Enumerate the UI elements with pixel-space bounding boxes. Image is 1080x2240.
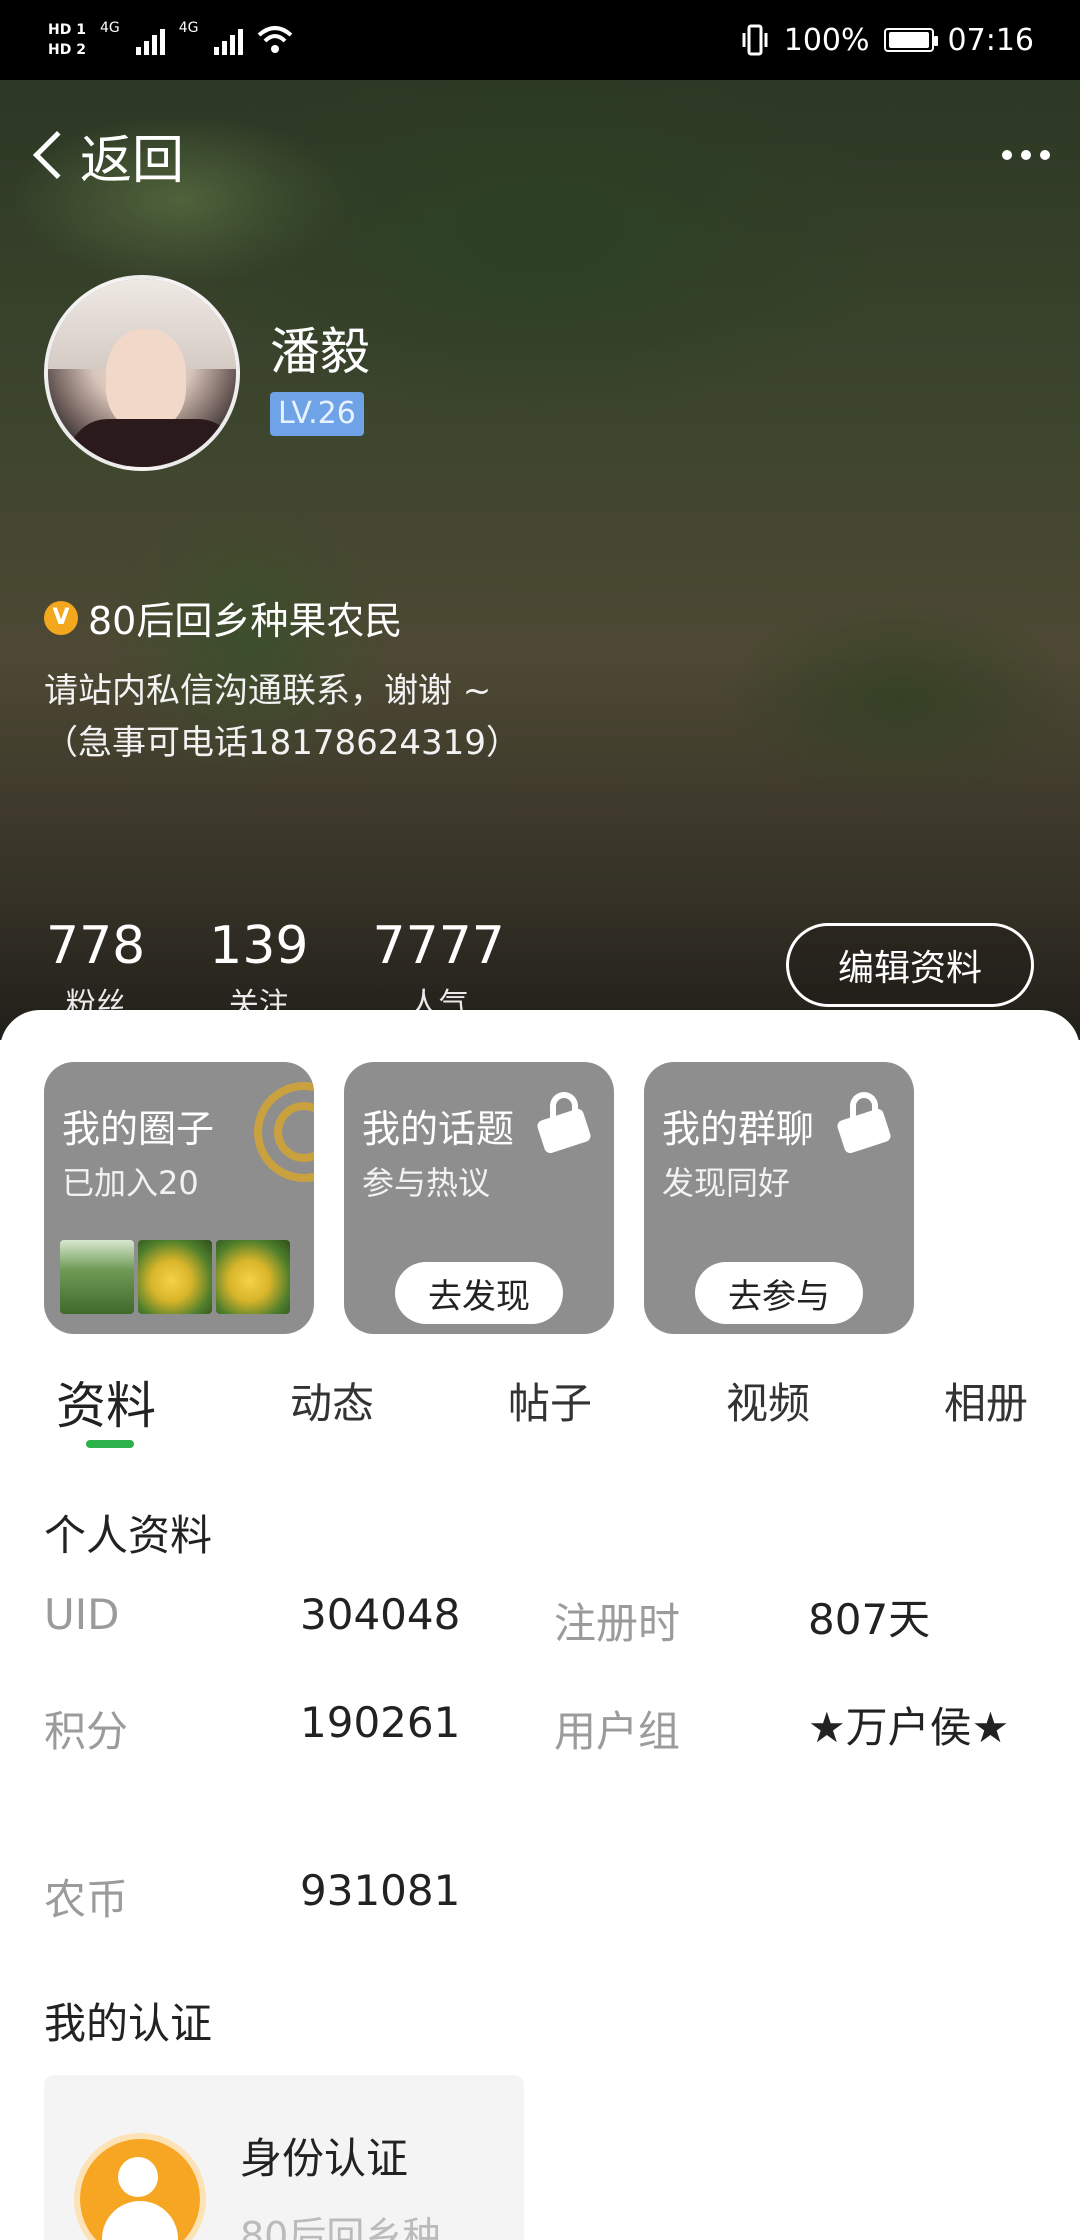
- card-title: 我的话题: [362, 1107, 515, 1151]
- circle-icon: [254, 1082, 314, 1182]
- status-left: HD 1 HD 2 4G 4G: [48, 20, 293, 60]
- tab-label: 动态: [289, 1379, 374, 1428]
- hd1-label: HD 1: [48, 22, 86, 38]
- tab-profile[interactable]: 资料: [56, 1360, 156, 1460]
- tab-label: 相册: [943, 1379, 1028, 1428]
- signal-2-icon: [214, 25, 244, 55]
- card-subtitle: 参与热议: [362, 1164, 491, 1202]
- info-row: UID 304048 注册时 807天: [44, 1590, 1044, 1651]
- stat-popularity[interactable]: 7777 人气: [373, 915, 505, 1023]
- circle-thumbnails: [60, 1240, 290, 1314]
- cert-subtitle: 80后回乡种: [240, 2214, 441, 2240]
- user-title: 80后回乡种果农民: [88, 599, 403, 643]
- hd-indicator: HD 1 HD 2: [48, 20, 86, 60]
- registered-label: 注册时: [554, 1599, 681, 1648]
- cover-overlay: [0, 80, 1080, 1040]
- circle-thumbnail[interactable]: [216, 1240, 290, 1314]
- user-group-label: 用户组: [554, 1707, 681, 1756]
- stat-value: 7777: [372, 916, 505, 976]
- verified-icon: V: [44, 600, 78, 635]
- tab-label: 帖子: [507, 1379, 592, 1428]
- stat-value: 778: [46, 916, 146, 976]
- level-badge: LV.26: [270, 392, 364, 436]
- bio-line-1: 请站内私信沟通联系，谢谢 ~: [44, 671, 492, 711]
- wifi-icon: [258, 26, 293, 53]
- user-title-row: V 80后回乡种果农民: [44, 590, 402, 645]
- stat-value: 139: [209, 916, 309, 976]
- username: 潘毅: [270, 323, 370, 381]
- vibrate-icon: [742, 24, 768, 56]
- join-button[interactable]: 去参与: [695, 1262, 863, 1324]
- card-my-group-chats[interactable]: 我的群聊 发现同好 去参与: [644, 1062, 914, 1334]
- user-icon: [80, 2139, 200, 2240]
- edit-profile-button[interactable]: 编辑资料: [786, 923, 1034, 1007]
- coins-label: 农币: [44, 1875, 129, 1924]
- section-title-certification: 我的认证: [44, 1999, 213, 2048]
- identity-certification-card[interactable]: 身份认证 80后回乡种: [44, 2075, 524, 2240]
- avatar[interactable]: [44, 275, 240, 471]
- more-icon[interactable]: [1002, 150, 1050, 160]
- section-title-profile: 个人资料: [44, 1511, 213, 1560]
- info-row: 农币 931081: [44, 1866, 1044, 1927]
- discover-button[interactable]: 去发现: [395, 1262, 563, 1324]
- stat-fans[interactable]: 778 粉丝: [46, 915, 145, 1023]
- card-my-circles[interactable]: 我的圈子 已加入20: [44, 1062, 314, 1334]
- user-group-value: ★万户侯★: [808, 1703, 1010, 1752]
- card-subtitle: 发现同好: [662, 1164, 791, 1202]
- status-bar: HD 1 HD 2 4G 4G 100% 07:16: [0, 0, 1080, 80]
- network-1-label: 4G: [99, 20, 120, 36]
- circle-thumbnail[interactable]: [138, 1240, 212, 1314]
- tab-activity[interactable]: 动态: [290, 1360, 374, 1460]
- card-my-topics[interactable]: 我的话题 参与热议 去发现: [344, 1062, 614, 1334]
- profile-cover: 返回 潘毅 LV.26 V 80后回乡种果农民 请站内私信沟通联系，谢谢 ~ （…: [0, 80, 1080, 1040]
- chevron-left-icon: [32, 130, 82, 180]
- profile-tabs: 资料 动态 帖子 视频 相册: [0, 1360, 1080, 1460]
- info-row: 积分 190261 用户组 ★万户侯★: [44, 1698, 1044, 1759]
- battery-percent: 100%: [783, 22, 870, 58]
- battery-icon: [883, 28, 938, 52]
- card-title: 我的群聊: [662, 1107, 815, 1151]
- uid-value: 304048: [300, 1590, 461, 1639]
- top-bar: 返回: [28, 118, 1050, 193]
- tab-videos[interactable]: 视频: [726, 1360, 810, 1460]
- card-subtitle: 已加入20: [62, 1164, 199, 1202]
- tab-label: 视频: [725, 1379, 810, 1428]
- lock-icon: [835, 1092, 893, 1155]
- bio: 请站内私信沟通联系，谢谢 ~ （急事可电话18178624319）: [44, 665, 604, 769]
- tab-albums[interactable]: 相册: [944, 1360, 1028, 1460]
- points-label: 积分: [44, 1707, 129, 1756]
- tab-posts[interactable]: 帖子: [508, 1360, 592, 1460]
- tab-label: 资料: [56, 1377, 156, 1435]
- signal-1-icon: [135, 25, 165, 55]
- registered-value: 807天: [808, 1595, 931, 1644]
- active-tab-indicator: [86, 1440, 134, 1448]
- stat-following[interactable]: 139 关注: [209, 915, 308, 1023]
- points-value: 190261: [300, 1698, 461, 1747]
- circle-thumbnail[interactable]: [60, 1240, 134, 1314]
- bio-line-2: （急事可电话18178624319）: [44, 723, 520, 763]
- clock: 07:16: [947, 22, 1034, 58]
- cert-title: 身份认证: [240, 2134, 409, 2183]
- network-2-label: 4G: [178, 20, 199, 36]
- card-title: 我的圈子: [62, 1107, 215, 1151]
- back-label: 返回: [80, 130, 185, 191]
- stats: 778 粉丝 139 关注 7777 人气: [46, 915, 505, 1023]
- uid-label: UID: [44, 1590, 120, 1639]
- feature-cards: 我的圈子 已加入20 我的话题 参与热议 去发现 我的群聊 发现同好 去参与: [44, 1062, 914, 1334]
- status-right: 100% 07:16: [740, 23, 1034, 58]
- coins-value: 931081: [300, 1866, 461, 1915]
- hd2-label: HD 2: [48, 42, 86, 58]
- lock-icon: [535, 1092, 593, 1155]
- back-button[interactable]: 返回: [28, 118, 184, 193]
